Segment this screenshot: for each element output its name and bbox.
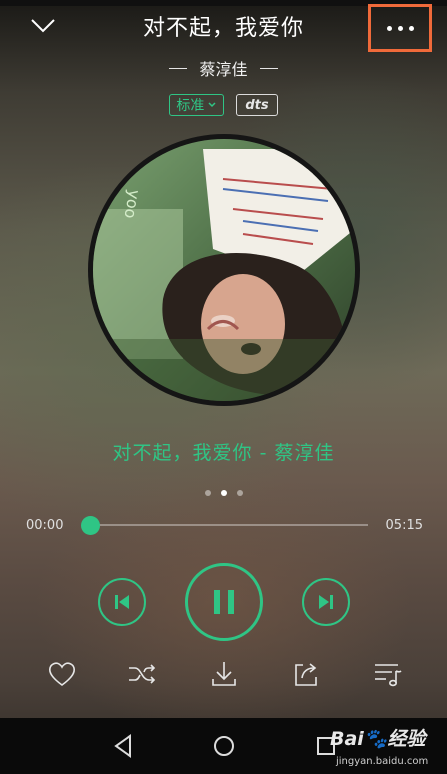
quality-selector[interactable]: 标准 <box>169 94 225 116</box>
dts-label: dts <box>245 97 269 113</box>
divider <box>169 67 188 69</box>
nav-home-icon[interactable] <box>210 732 238 760</box>
previous-button[interactable] <box>98 578 146 626</box>
player-screen: 对不起，我爱你 蔡淳佳 标准 dts ooʎ 对不起，我爱你 - 蔡淳佳 00:… <box>0 0 447 774</box>
skip-next-icon <box>319 595 333 609</box>
dts-badge[interactable]: dts <box>236 94 278 116</box>
album-disc[interactable]: ooʎ <box>88 134 360 406</box>
playlist-icon[interactable] <box>370 656 406 692</box>
album-cover: ooʎ <box>93 139 355 401</box>
page-indicator <box>0 490 447 496</box>
skip-previous-icon <box>115 595 129 609</box>
download-icon[interactable] <box>206 656 242 692</box>
page-dot-active[interactable] <box>220 490 227 496</box>
quality-label: 标准 <box>176 98 205 114</box>
watermark-url: jingyan.baidu.com <box>336 756 429 767</box>
chevron-down-icon <box>208 102 216 108</box>
page-dot[interactable] <box>236 490 243 496</box>
song-artist-line: 对不起，我爱你 - 蔡淳佳 <box>112 442 335 464</box>
watermark: Bai🐾经验 jingyan.baidu.com <box>330 722 444 772</box>
artist-row: 蔡淳佳 <box>0 56 447 80</box>
share-icon[interactable] <box>288 656 324 692</box>
artist-name[interactable]: 蔡淳佳 <box>199 56 247 80</box>
total-time: 05:15 <box>385 518 423 533</box>
more-dots-icon <box>386 25 414 31</box>
action-bar <box>0 656 447 692</box>
badge-row: 标准 dts <box>0 94 447 116</box>
shuffle-icon[interactable] <box>124 656 160 692</box>
nav-back-icon[interactable] <box>110 732 138 760</box>
divider <box>259 67 278 69</box>
more-button[interactable] <box>368 4 432 52</box>
pause-button[interactable] <box>185 563 263 641</box>
progress-thumb[interactable] <box>81 516 100 535</box>
watermark-logo: Bai🐾经验 <box>330 728 426 750</box>
progress-track[interactable] <box>90 524 368 526</box>
elapsed-time: 00:00 <box>26 518 64 533</box>
heart-icon[interactable] <box>44 656 80 692</box>
pause-icon <box>214 590 234 614</box>
page-dot[interactable] <box>204 490 211 496</box>
next-button[interactable] <box>302 578 350 626</box>
